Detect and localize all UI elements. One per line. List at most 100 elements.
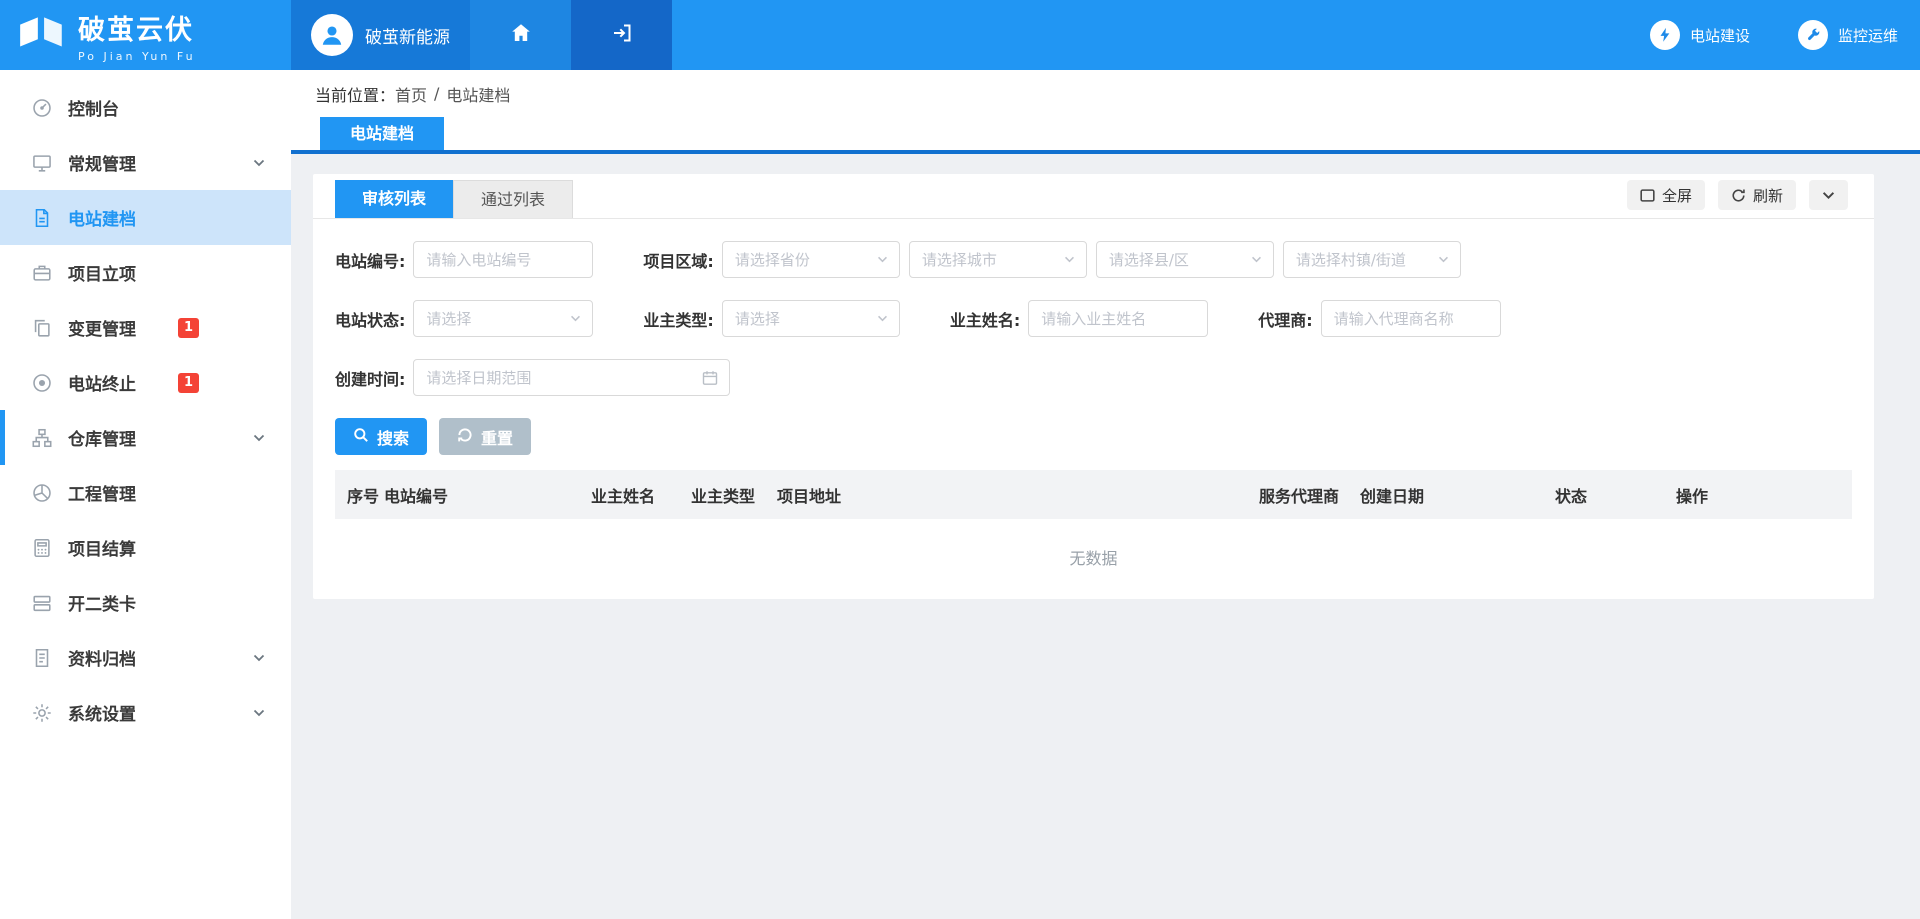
owner-name-input[interactable] [1028,300,1208,337]
home-icon [509,21,533,49]
app-logo: 破茧云伏 Po Jian Yun Fu [0,0,291,70]
county-select[interactable]: 请选择县/区 [1096,241,1274,278]
sidebar-item-label: 电站建档 [68,205,136,230]
sidebar-item-label: 项目结算 [68,535,136,560]
chevron-down-icon [877,315,888,322]
empty-state-text: 无数据 [313,545,1874,599]
col-create-date: 创建日期 [1360,483,1555,507]
nav-station-construction[interactable]: 电站建设 [1650,20,1750,50]
sidebar-item-engineering-mgmt[interactable]: 工程管理 [0,465,291,520]
province-select-value: 请选择省份 [735,249,810,270]
chevron-down-icon [1064,256,1075,263]
sidebar: 控制台 常规管理 电站建档 [0,70,291,919]
province-select[interactable]: 请选择省份 [722,241,900,278]
sitemap-icon [30,426,54,450]
county-select-value: 请选择县/区 [1109,249,1189,270]
fullscreen-label: 全屏 [1662,185,1692,206]
nav-monitoring-ops[interactable]: 监控运维 [1798,20,1898,50]
breadcrumb-current: 电站建档 [446,82,510,106]
monitor-icon [30,151,54,175]
owner-type-label: 业主类型: [643,307,713,331]
table-header-row: 序号 电站编号 业主姓名 业主类型 项目地址 服务代理商 创建日期 状态 操作 [335,470,1852,519]
sidebar-item-label: 变更管理 [68,315,136,340]
tab-review-list[interactable]: 审核列表 [335,180,453,218]
main-content: 当前位置： 首页 / 电站建档 电站建档 审核列表 通过列表 [291,70,1920,919]
top-header: 破茧云伏 Po Jian Yun Fu 破茧新能源 [0,0,1920,70]
company-name: 破茧新能源 [365,23,450,48]
nav-label: 电站建设 [1690,25,1750,46]
login-button[interactable] [571,0,672,70]
chevron-down-icon [253,654,265,662]
chevron-down-icon [1822,191,1835,200]
sidebar-item-label: 控制台 [68,95,119,120]
page-tab-station-archive[interactable]: 电站建档 [320,117,444,150]
sidebar-item-system-settings[interactable]: 系统设置 [0,685,291,740]
gear-icon [30,701,54,725]
owner-type-value: 请选择 [735,308,780,329]
station-termination-badge: 1 [178,373,199,393]
sidebar-item-label: 系统设置 [68,700,136,725]
sidebar-item-station-termination[interactable]: 电站终止 1 [0,355,291,410]
search-button[interactable]: 搜索 [335,418,427,455]
sidebar-item-change-mgmt[interactable]: 变更管理 1 [0,300,291,355]
sidebar-item-console[interactable]: 控制台 [0,80,291,135]
sidebar-item-label: 工程管理 [68,480,136,505]
sidebar-item-label: 仓库管理 [68,425,136,450]
col-owner-name: 业主姓名 [591,483,691,507]
wrench-icon [1798,20,1828,50]
sidebar-item-general-mgmt[interactable]: 常规管理 [0,135,291,190]
station-no-label: 电站编号: [335,248,405,272]
fullscreen-button[interactable]: 全屏 [1627,180,1705,210]
logo-subtitle: Po Jian Yun Fu [78,50,196,63]
col-service-agent: 服务代理商 [1259,483,1360,507]
col-index: 序号 [347,483,384,507]
collapse-button[interactable] [1809,180,1848,210]
search-icon [353,427,369,447]
home-button[interactable] [470,0,571,70]
pie-chart-icon [30,481,54,505]
station-status-select[interactable]: 请选择 [413,300,593,337]
login-icon [610,21,634,49]
sidebar-item-label: 开二类卡 [68,590,136,615]
town-select[interactable]: 请选择村镇/街道 [1283,241,1461,278]
station-no-input[interactable] [413,241,593,278]
file-icon [30,206,54,230]
tab-passed-list[interactable]: 通过列表 [453,180,573,218]
owner-type-select[interactable]: 请选择 [722,300,900,337]
col-owner-type: 业主类型 [691,483,777,507]
chevron-down-icon [877,256,888,263]
chevron-down-icon [570,315,581,322]
sidebar-item-project-initiation[interactable]: 项目立项 [0,245,291,300]
cards-icon [30,591,54,615]
reset-button[interactable]: 重置 [439,418,531,455]
stop-icon [30,371,54,395]
reset-button-label: 重置 [481,425,513,449]
refresh-label: 刷新 [1753,185,1783,206]
sidebar-item-station-archive[interactable]: 电站建档 [0,190,291,245]
panel-header: 审核列表 通过列表 全屏 [313,174,1874,219]
city-select[interactable]: 请选择城市 [909,241,1087,278]
sidebar-item-project-settlement[interactable]: 项目结算 [0,520,291,575]
breadcrumb-home-link[interactable]: 首页 [395,82,427,106]
company-user-chip[interactable]: 破茧新能源 [291,0,470,70]
date-range-input[interactable] [413,359,730,396]
filter-actions: 搜索 重置 [313,418,1874,455]
sidebar-item-label: 电站终止 [68,370,136,395]
chevron-down-icon [253,709,265,717]
filter-form: 电站编号: 项目区域: 请选择省份 请选择城市 [313,219,1874,396]
sidebar-item-label: 项目立项 [68,260,136,285]
sidebar-item-warehouse-mgmt[interactable]: 仓库管理 [0,410,291,465]
agent-input[interactable] [1321,300,1501,337]
chevron-down-icon [1251,256,1262,263]
refresh-button[interactable]: 刷新 [1718,180,1796,210]
breadcrumb-prefix: 当前位置： [315,82,395,106]
logo-flags-icon [16,12,68,58]
fullscreen-icon [1640,189,1655,202]
sidebar-item-data-archive[interactable]: 资料归档 [0,630,291,685]
logo-title: 破茧云伏 [78,8,196,47]
sidebar-item-type2-card[interactable]: 开二类卡 [0,575,291,630]
agent-label: 代理商: [1258,307,1312,331]
header-right-nav: 电站建设 监控运维 [1650,0,1920,70]
document-icon [30,646,54,670]
station-status-label: 电站状态: [335,307,405,331]
